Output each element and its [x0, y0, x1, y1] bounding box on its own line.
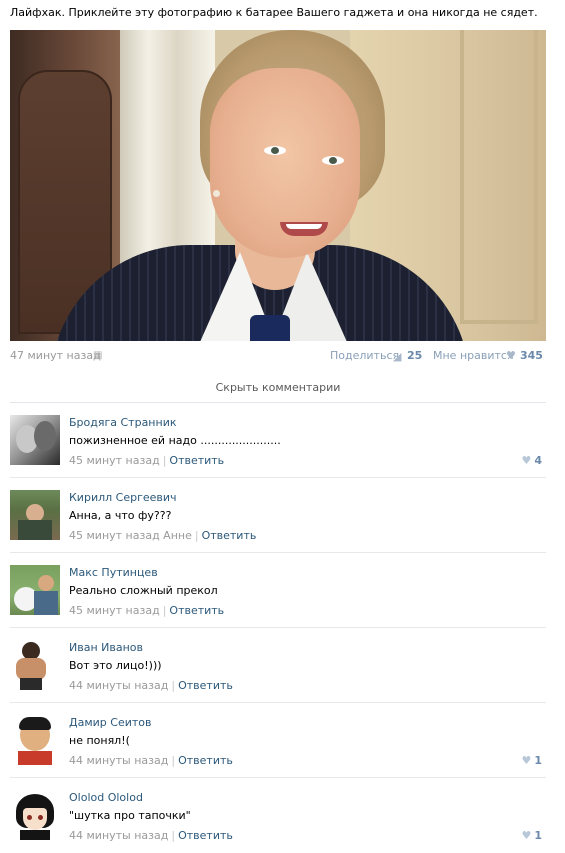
reply-button[interactable]: Ответить: [178, 754, 233, 767]
comment-like-count: 1: [534, 829, 542, 842]
comment-text: "шутка про тапочки": [69, 809, 191, 822]
post-photo[interactable]: [10, 30, 546, 341]
comment-time[interactable]: 45 минут назад: [69, 604, 160, 617]
comment-like[interactable]: ♥ 1: [521, 829, 542, 842]
comment-text: Анна, а что фу???: [69, 509, 172, 522]
reply-button[interactable]: Ответить: [202, 529, 257, 542]
avatar[interactable]: [10, 565, 60, 615]
reply-button[interactable]: Ответить: [169, 604, 224, 617]
comment-like[interactable]: ♥ 1: [521, 754, 542, 767]
comment-text: пожизненное ей надо ....................…: [69, 434, 281, 447]
comment-author[interactable]: Ololod Ololod: [69, 791, 143, 804]
comment-item: Дамир Сеитов не понял!( 44 минуты назад |…: [10, 703, 546, 778]
comment-author[interactable]: Кирилл Сергеевич: [69, 491, 177, 504]
post-meta: 47 минут назад ▦ Поделиться ◢ 25 Мне нра…: [10, 349, 543, 363]
comment-like-count: 1: [534, 754, 542, 767]
comment-item: Кирилл Сергеевич Анна, а что фу??? 45 ми…: [10, 478, 546, 553]
comment-meta: 45 минут назад | Ответить: [69, 604, 225, 617]
reply-button[interactable]: Ответить: [178, 829, 233, 842]
comment-time[interactable]: 45 минут назад: [69, 454, 160, 467]
reply-button[interactable]: Ответить: [169, 454, 224, 467]
comment-meta: 44 минуты назад | Ответить: [69, 754, 233, 767]
heart-icon: ♥: [521, 754, 532, 767]
heart-icon: ♥: [521, 454, 532, 467]
comment-text: Реально сложный прекол: [69, 584, 218, 597]
comment-item: Иван Иванов Вот это лицо!))) 44 минуты н…: [10, 628, 546, 703]
heart-icon: ♥: [521, 829, 532, 842]
megaphone-icon[interactable]: ◢: [393, 350, 401, 363]
comment-item: Ololod Ololod "шутка про тапочки" 44 мин…: [10, 778, 546, 853]
comment-time[interactable]: 44 минуты назад: [69, 679, 168, 692]
post-text: Лайфхак. Приклейте эту фотографию к бата…: [10, 6, 538, 19]
comment-author[interactable]: Дамир Сеитов: [69, 716, 151, 729]
avatar[interactable]: [10, 415, 60, 465]
hide-comments-link[interactable]: Скрыть комментарии: [10, 381, 546, 394]
comment-like-count: 4: [534, 454, 542, 467]
heart-icon[interactable]: ♥: [506, 349, 516, 362]
like-count[interactable]: 345: [520, 349, 543, 362]
comment-meta: 44 минуты назад | Ответить: [69, 679, 233, 692]
comment-text: Вот это лицо!))): [69, 659, 162, 672]
comment-meta: 45 минут назад Анне | Ответить: [69, 529, 257, 542]
avatar[interactable]: [10, 790, 60, 840]
comment-time[interactable]: 44 минуты назад: [69, 829, 168, 842]
comment-like[interactable]: ♥ 4: [521, 454, 542, 467]
comment-meta: 45 минут назад | Ответить: [69, 454, 225, 467]
avatar[interactable]: [10, 640, 60, 690]
comment-item: Макс Путинцев Реально сложный прекол 45 …: [10, 553, 546, 628]
comment-item: Бродяга Странник пожизненное ей надо ...…: [10, 403, 546, 478]
comment-time[interactable]: 45 минут назад Анне: [69, 529, 192, 542]
post-time[interactable]: 47 минут назад: [10, 349, 101, 362]
reply-button[interactable]: Ответить: [178, 679, 233, 692]
comment-author[interactable]: Бродяга Странник: [69, 416, 177, 429]
comment-meta: 44 минуты назад | Ответить: [69, 829, 233, 842]
comment-author[interactable]: Макс Путинцев: [69, 566, 158, 579]
android-icon: ▦: [93, 350, 103, 361]
avatar[interactable]: [10, 715, 60, 765]
avatar[interactable]: [10, 490, 60, 540]
share-button[interactable]: Поделиться: [330, 349, 399, 362]
share-count[interactable]: 25: [407, 349, 422, 362]
comment-time[interactable]: 44 минуты назад: [69, 754, 168, 767]
comment-author[interactable]: Иван Иванов: [69, 641, 143, 654]
like-button[interactable]: Мне нравится: [433, 349, 514, 362]
comment-text: не понял!(: [69, 734, 130, 747]
